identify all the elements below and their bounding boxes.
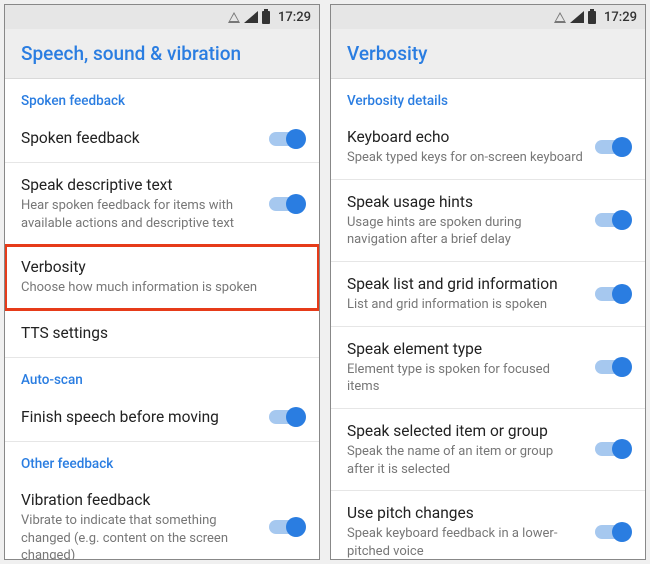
page-title: Verbosity <box>347 42 427 65</box>
signal-icon <box>244 11 258 23</box>
item-title: Speak selected item or group <box>347 421 583 441</box>
item-vibration-feedback[interactable]: Vibration feedback Vibrate to indicate t… <box>5 478 319 559</box>
section-verbosity-details: Verbosity details <box>331 79 645 115</box>
item-use-pitch-changes[interactable]: Use pitch changes Speak keyboard feedbac… <box>331 491 645 559</box>
item-title: Keyboard echo <box>347 127 583 147</box>
status-bar: 17:29 <box>5 5 319 29</box>
settings-list[interactable]: Verbosity details Keyboard echo Speak ty… <box>331 79 645 559</box>
item-title: Speak descriptive text <box>21 175 257 195</box>
item-subtitle: Vibrate to indicate that something chang… <box>21 512 257 559</box>
page-title: Speech, sound & vibration <box>21 42 241 65</box>
status-time: 17:29 <box>278 10 311 25</box>
switch-vibration-feedback[interactable] <box>269 520 303 534</box>
item-title: Speak usage hints <box>347 192 583 212</box>
switch-speak-descriptive-text[interactable] <box>269 197 303 211</box>
section-other-feedback: Other feedback <box>5 442 319 478</box>
battery-icon <box>588 11 596 24</box>
item-subtitle: Usage hints are spoken during navigation… <box>347 214 583 249</box>
item-title: Finish speech before moving <box>21 407 257 427</box>
wifi-icon <box>228 12 240 23</box>
item-speak-list-grid[interactable]: Speak list and grid information List and… <box>331 262 645 327</box>
item-verbosity[interactable]: Verbosity Choose how much information is… <box>5 245 319 310</box>
item-subtitle: Element type is spoken for focused items <box>347 361 583 396</box>
item-tts-settings[interactable]: TTS settings <box>5 310 319 358</box>
item-subtitle: List and grid information is spoken <box>347 296 583 314</box>
item-subtitle: Speak typed keys for on-screen keyboard <box>347 149 583 167</box>
battery-icon <box>262 11 270 24</box>
item-title: TTS settings <box>21 323 291 343</box>
item-title: Use pitch changes <box>347 503 583 523</box>
item-title: Vibration feedback <box>21 490 257 510</box>
item-title: Verbosity <box>21 257 291 277</box>
item-title: Spoken feedback <box>21 128 257 148</box>
settings-list[interactable]: Spoken feedback Spoken feedback Speak de… <box>5 79 319 559</box>
switch-finish-speech[interactable] <box>269 410 303 424</box>
item-speak-element-type[interactable]: Speak element type Element type is spoke… <box>331 327 645 409</box>
switch-speak-usage-hints[interactable] <box>595 213 629 227</box>
item-speak-descriptive-text[interactable]: Speak descriptive text Hear spoken feedb… <box>5 163 319 245</box>
switch-speak-element-type[interactable] <box>595 360 629 374</box>
section-spoken-feedback: Spoken feedback <box>5 79 319 115</box>
item-speak-usage-hints[interactable]: Speak usage hints Usage hints are spoken… <box>331 180 645 262</box>
item-subtitle: Choose how much information is spoken <box>21 279 291 297</box>
app-bar: Verbosity <box>331 29 645 79</box>
screen-speech-sound-vibration: 17:29 Speech, sound & vibration Spoken f… <box>4 4 320 560</box>
status-time: 17:29 <box>604 10 637 25</box>
wifi-icon <box>554 12 566 23</box>
switch-speak-list-grid[interactable] <box>595 287 629 301</box>
signal-icon <box>570 11 584 23</box>
item-title: Speak list and grid information <box>347 274 583 294</box>
item-subtitle: Speak the name of an item or group after… <box>347 443 583 478</box>
item-title: Speak element type <box>347 339 583 359</box>
status-bar: 17:29 <box>331 5 645 29</box>
item-subtitle: Hear spoken feedback for items with avai… <box>21 197 257 232</box>
app-bar: Speech, sound & vibration <box>5 29 319 79</box>
item-subtitle: Speak keyboard feedback in a lower-pitch… <box>347 525 583 559</box>
switch-speak-selected-item[interactable] <box>595 442 629 456</box>
section-auto-scan: Auto-scan <box>5 358 319 394</box>
switch-keyboard-echo[interactable] <box>595 140 629 154</box>
item-spoken-feedback[interactable]: Spoken feedback <box>5 115 319 163</box>
item-keyboard-echo[interactable]: Keyboard echo Speak typed keys for on-sc… <box>331 115 645 180</box>
switch-spoken-feedback[interactable] <box>269 132 303 146</box>
switch-use-pitch-changes[interactable] <box>595 525 629 539</box>
item-finish-speech[interactable]: Finish speech before moving <box>5 394 319 442</box>
screen-verbosity: 17:29 Verbosity Verbosity details Keyboa… <box>330 4 646 560</box>
item-speak-selected-item[interactable]: Speak selected item or group Speak the n… <box>331 409 645 491</box>
